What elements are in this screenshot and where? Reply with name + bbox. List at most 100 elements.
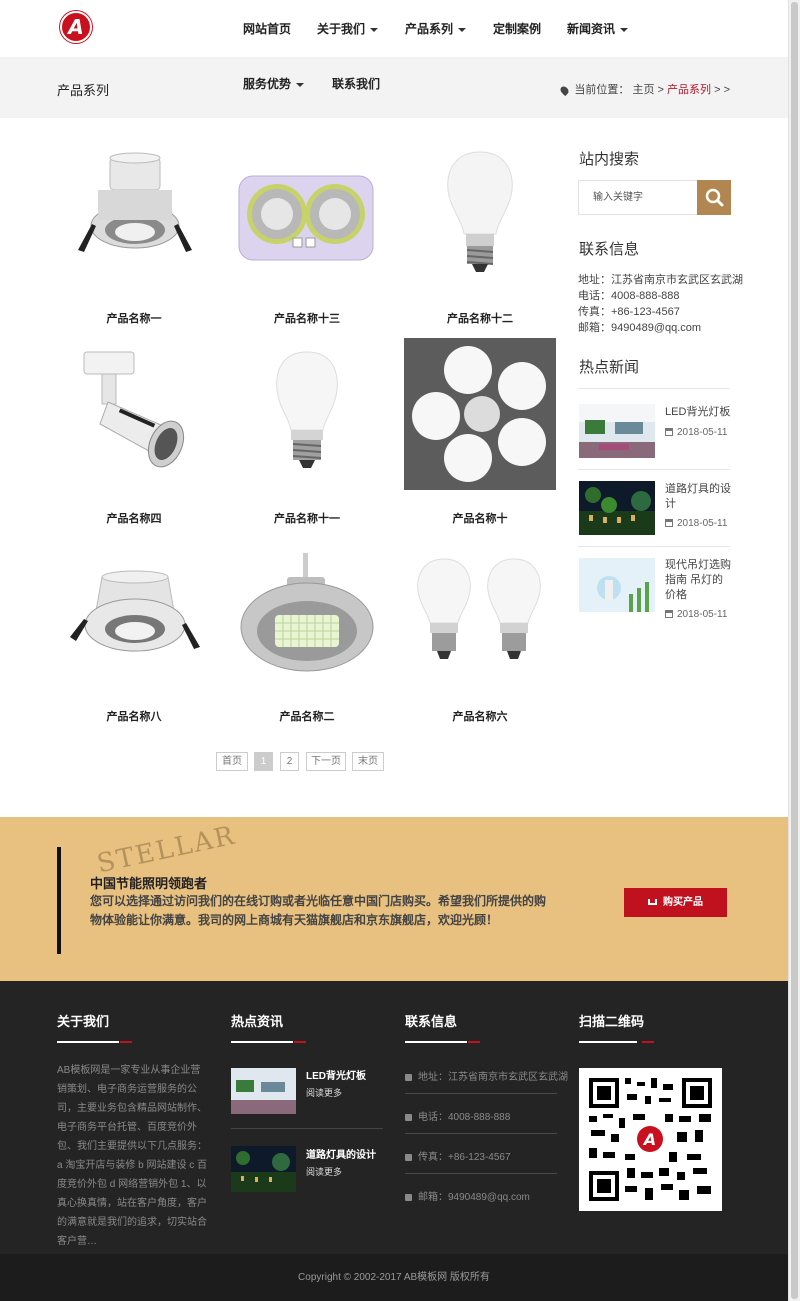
- product-card[interactable]: 产品名称六: [404, 537, 556, 723]
- buy-product-button[interactable]: 购买产品: [624, 888, 727, 917]
- footer-news-thumbnail[interactable]: [231, 1068, 296, 1114]
- product-image-bulb-opple[interactable]: [231, 338, 383, 490]
- search-icon: [705, 188, 724, 207]
- product-image-high-bay-led[interactable]: [231, 537, 383, 689]
- nav-services-label: 服务优势: [243, 77, 292, 91]
- product-name[interactable]: 产品名称十: [404, 510, 556, 526]
- read-more-link[interactable]: 阅读更多: [306, 1165, 342, 1178]
- product-card[interactable]: 产品名称四: [58, 338, 210, 525]
- footer-news-thumbnail[interactable]: [231, 1146, 296, 1192]
- product-image-bath-heater[interactable]: [231, 138, 383, 290]
- divider: [578, 546, 730, 547]
- search-button[interactable]: [697, 180, 731, 215]
- nav-news-label: 新闻资讯: [567, 22, 616, 36]
- pager-page-1[interactable]: 1: [254, 752, 273, 771]
- pager-page-2[interactable]: 2: [280, 752, 299, 771]
- search-input[interactable]: 输入关键字: [578, 180, 698, 215]
- product-name[interactable]: 产品名称八: [58, 708, 210, 724]
- pager-first[interactable]: 首页: [216, 752, 248, 771]
- footer-phone: 电话：4008-888-888: [405, 1108, 510, 1123]
- nav-contact[interactable]: 联系我们: [332, 75, 380, 92]
- divider: [578, 388, 730, 389]
- product-name[interactable]: 产品名称十二: [404, 310, 556, 326]
- read-more-link[interactable]: 阅读更多: [306, 1086, 342, 1099]
- news-thumbnail[interactable]: [579, 404, 655, 458]
- breadcrumb-current[interactable]: 产品系列: [667, 84, 711, 96]
- hot-news-date: 2018-05-11: [665, 427, 727, 438]
- nav-news[interactable]: 新闻资讯: [567, 20, 629, 37]
- footer-qr-title: 扫描二维码: [579, 1014, 645, 1029]
- promo-decoration-text: STELLAR: [94, 820, 239, 880]
- pager-last[interactable]: 末页: [352, 752, 384, 771]
- hot-news-title[interactable]: LED背光灯板: [665, 405, 733, 420]
- product-card[interactable]: 产品名称十三: [231, 138, 383, 325]
- hot-news-title[interactable]: 现代吊灯选购指南 吊灯的价格: [665, 558, 733, 603]
- nav-about-label: 关于我们: [317, 22, 366, 36]
- page-subheader: 产品系列 服务优势 联系我们 当前位置： 主页 > 产品系列 > >: [0, 57, 788, 118]
- product-card[interactable]: 产品名称二: [231, 537, 383, 723]
- pager-next[interactable]: 下一页: [306, 752, 346, 771]
- product-image-downlight[interactable]: [58, 537, 210, 689]
- breadcrumb-separator: >: [657, 84, 664, 96]
- sidebar-phone: 电话：4008-888-888: [578, 290, 680, 302]
- site-header: A 网站首页 关于我们 产品系列 定制案例 新闻资讯: [0, 0, 788, 57]
- product-name[interactable]: 产品名称四: [58, 510, 210, 526]
- product-image-downlight[interactable]: [58, 138, 210, 290]
- news-thumbnail[interactable]: [579, 558, 655, 612]
- product-card[interactable]: 产品名称十二: [404, 138, 556, 325]
- product-card[interactable]: 产品名称八: [58, 537, 210, 723]
- nav-home[interactable]: 网站首页: [243, 20, 291, 37]
- promo-heading: 中国节能照明领跑者: [90, 876, 208, 891]
- product-image-spotlight[interactable]: [58, 338, 210, 490]
- product-image-twin-bulbs[interactable]: [404, 537, 556, 689]
- breadcrumb-tail: > >: [714, 84, 730, 96]
- calendar-icon: [665, 610, 673, 618]
- nav-cases[interactable]: 定制案例: [493, 20, 541, 37]
- product-name[interactable]: 产品名称十一: [231, 510, 383, 526]
- product-card[interactable]: 产品名称十: [404, 338, 556, 525]
- footer-contact-title: 联系信息: [405, 1014, 458, 1029]
- product-image-flower-ceiling-lamp[interactable]: [404, 338, 556, 490]
- news-thumbnail[interactable]: [579, 481, 655, 535]
- vertical-scrollbar[interactable]: [788, 0, 800, 1301]
- divider: [405, 1093, 557, 1094]
- fax-icon: [405, 1154, 412, 1161]
- divider: [405, 1173, 557, 1174]
- promo-banner: STELLAR 中国节能照明领跑者 您可以选择通过访问我们的在线订购或者光临任意…: [0, 817, 788, 981]
- footer-news-title-item[interactable]: LED背光灯板: [306, 1067, 366, 1082]
- location-icon: [405, 1074, 412, 1081]
- product-name[interactable]: 产品名称六: [404, 708, 556, 724]
- copyright: Copyright © 2002-2017 AB模板网 版权所有: [0, 1254, 788, 1301]
- hot-news-title[interactable]: 道路灯具的设计: [665, 482, 733, 512]
- logo[interactable]: A: [60, 11, 92, 43]
- divider-accent: [468, 1041, 480, 1043]
- scrollbar-thumb[interactable]: [791, 2, 798, 1299]
- qr-code: A: [579, 1068, 722, 1211]
- divider: [231, 1041, 293, 1043]
- nav-services[interactable]: 服务优势: [243, 75, 305, 92]
- footer-news-title-item[interactable]: 道路灯具的设计: [306, 1146, 376, 1161]
- promo-accent-bar: [57, 847, 61, 954]
- location-pin-icon: [559, 84, 571, 96]
- breadcrumb-home[interactable]: 主页: [632, 84, 654, 96]
- divider-accent: [120, 1041, 132, 1043]
- hot-news-date-text: 2018-05-11: [677, 518, 728, 529]
- product-card[interactable]: 产品名称一: [58, 138, 210, 325]
- product-name[interactable]: 产品名称二: [231, 708, 383, 724]
- nav-products[interactable]: 产品系列: [405, 20, 467, 37]
- divider: [405, 1041, 467, 1043]
- product-name[interactable]: 产品名称十三: [231, 310, 383, 326]
- nav-about[interactable]: 关于我们: [317, 20, 379, 37]
- caret-down-icon: [458, 27, 467, 32]
- product-card[interactable]: 产品名称十一: [231, 338, 383, 525]
- footer-email-text: 邮箱：9490489@qq.com: [418, 1192, 530, 1203]
- svg-text:A: A: [642, 1130, 656, 1149]
- divider: [579, 1041, 637, 1043]
- breadcrumb-label: 当前位置：: [574, 84, 630, 96]
- divider-accent: [642, 1041, 654, 1043]
- buy-button-label: 购买产品: [663, 897, 703, 908]
- product-image-bulb[interactable]: [404, 138, 556, 290]
- product-name[interactable]: 产品名称一: [58, 310, 210, 326]
- sidebar-contact-title: 联系信息: [579, 241, 640, 258]
- footer-news-title: 热点资讯: [231, 1014, 284, 1029]
